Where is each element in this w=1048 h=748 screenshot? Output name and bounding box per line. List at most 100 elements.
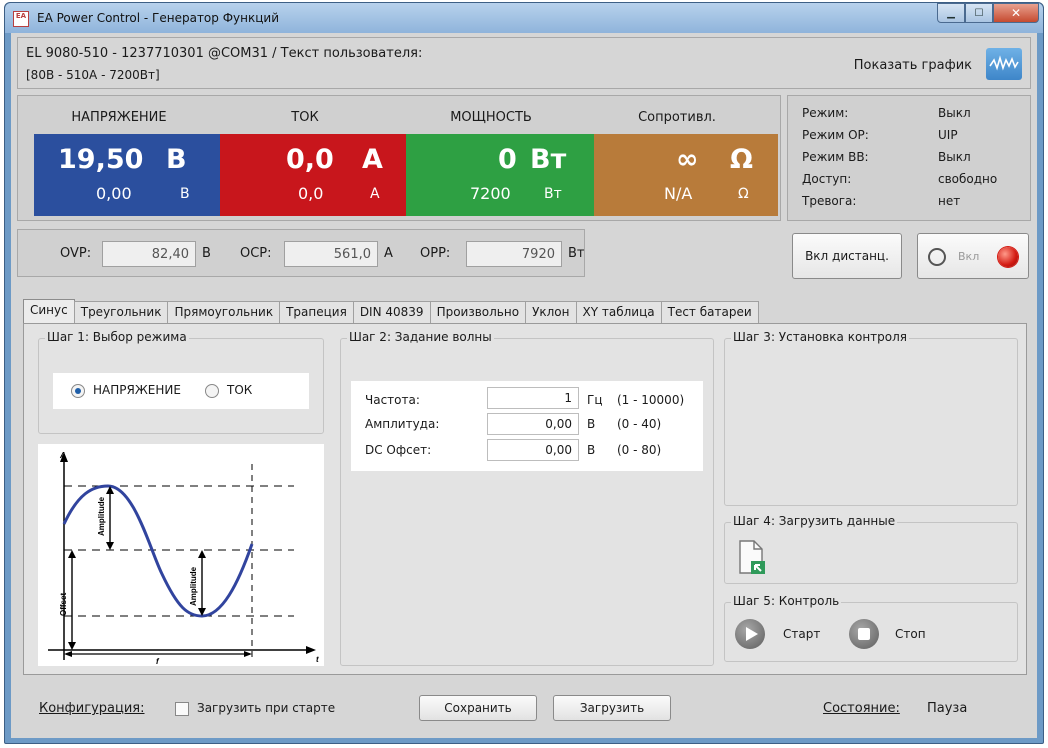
sine-wave — [62, 484, 254, 618]
power-set-unit: Вт — [544, 186, 562, 202]
load-on-start-checkbox[interactable] — [175, 702, 189, 716]
mode-current-label: ТОК — [227, 383, 253, 397]
current-display: 0,0 А 0,0 А — [220, 134, 406, 216]
power-set: 7200 — [470, 184, 511, 203]
power-unit: Вт — [530, 144, 567, 175]
dc-offset-label: DC Офсет: — [365, 443, 432, 457]
ovp-unit: В — [202, 246, 211, 261]
voltage-actual: 19,50 — [58, 144, 144, 175]
voltage-display: 19,50 В 0,00 В — [34, 134, 220, 216]
start-label: Старт — [783, 627, 821, 641]
tab-din-40839[interactable]: DIN 40839 — [352, 301, 431, 323]
load-button[interactable]: Загрузить — [553, 695, 671, 721]
amplitude-arrow-1-head-bottom — [106, 542, 114, 550]
show-graph-button[interactable] — [986, 48, 1022, 80]
mode-voltage-radio[interactable] — [71, 384, 85, 398]
tab-sine[interactable]: Синус — [23, 299, 75, 323]
step5-title: Шаг 5: Контроль — [731, 594, 842, 608]
ocp-field[interactable]: 561,0 — [284, 241, 378, 267]
current-header: ТОК — [291, 110, 319, 125]
stop-button[interactable] — [849, 619, 879, 649]
load-file-button[interactable] — [737, 539, 767, 575]
power-header: МОЩНОСТЬ — [450, 110, 532, 125]
tab-battery-test[interactable]: Тест батареи — [660, 301, 759, 323]
show-graph-label: Показать график — [853, 58, 972, 73]
step2-title: Шаг 2: Задание волны — [347, 330, 494, 344]
step1-title: Шаг 1: Выбор режима — [45, 330, 189, 344]
close-button[interactable]: ✕ — [993, 3, 1039, 23]
remote-control-button[interactable]: Вкл дистанц. — [792, 233, 902, 279]
dc-offset-range: (0 - 80) — [617, 443, 662, 457]
minimize-icon: ▁ — [947, 7, 955, 19]
opp-unit: Вт — [568, 246, 585, 261]
resistance-set-unit: Ω — [738, 186, 749, 202]
output-toggle-button[interactable]: Вкл — [917, 233, 1029, 279]
output-ring-icon — [928, 248, 946, 266]
axis-a-label: A — [59, 451, 66, 460]
step1-group: Шаг 1: Выбор режима НАПРЯЖЕНИЕ ТОК — [38, 330, 324, 434]
step3-title: Шаг 3: Установка контроля — [731, 330, 909, 344]
dc-offset-unit: В — [587, 443, 596, 457]
amplitude-label-1: Amplitude — [97, 496, 106, 536]
period-arrow-head-left — [64, 651, 72, 657]
tab-rectangle[interactable]: Прямоугольник — [167, 301, 281, 323]
sine-diagram: Amplitude Amplitude Offset f A t — [38, 444, 324, 666]
maximize-button[interactable]: ☐ — [965, 3, 993, 23]
voltage-set-unit: В — [180, 186, 190, 202]
save-button[interactable]: Сохранить — [419, 695, 537, 721]
start-button[interactable] — [735, 619, 765, 649]
mode-voltage-label: НАПРЯЖЕНИЕ — [93, 383, 181, 397]
application-window: EA EA Power Control - Генератор Функций … — [4, 2, 1044, 744]
step2-group: Шаг 2: Задание волны Частота: 1 Гц (1 - … — [340, 330, 714, 666]
amplitude-range: (0 - 40) — [617, 417, 662, 431]
stop-label: Стоп — [895, 627, 926, 641]
mode-selector: НАПРЯЖЕНИЕ ТОК — [53, 373, 309, 409]
step5-group: Шаг 5: Контроль Старт Стоп — [724, 594, 1018, 662]
tab-arbitrary[interactable]: Произвольно — [429, 301, 527, 323]
opp-field[interactable]: 7920 — [466, 241, 562, 267]
current-unit: А — [362, 144, 383, 175]
voltage-set: 0,00 — [96, 184, 132, 203]
device-info-bar: EL 9080-510 - 1237710301 @COM31 / Текст … — [17, 37, 1031, 89]
tab-triangle[interactable]: Треугольник — [73, 301, 169, 323]
current-set: 0,0 — [298, 184, 324, 203]
status-row: Режим ВВ: Выкл — [802, 150, 971, 164]
window-title: EA Power Control - Генератор Функций — [37, 11, 279, 25]
resistance-display: ∞ Ω N/A Ω — [594, 134, 778, 216]
step3-group: Шаг 3: Установка контроля — [724, 330, 1018, 506]
stop-icon — [858, 628, 870, 640]
opp-label: OPP: — [420, 246, 451, 261]
resistance-header: Сопротивл. — [638, 110, 716, 125]
diagram-x-arrow — [306, 646, 316, 654]
ocp-label: OCP: — [240, 246, 272, 261]
measurements-panel: НАПРЯЖЕНИЕ ТОК МОЩНОСТЬ Сопротивл. 19,50… — [17, 95, 781, 221]
voltage-header: НАПРЯЖЕНИЕ — [71, 110, 167, 125]
frequency-input[interactable]: 1 — [487, 387, 579, 409]
tab-trapezoid[interactable]: Трапеция — [279, 301, 354, 323]
tab-ramp[interactable]: Уклон — [525, 301, 577, 323]
resistance-actual: ∞ — [676, 144, 699, 175]
dc-offset-input[interactable]: 0,00 — [487, 439, 579, 461]
voltage-unit: В — [166, 144, 187, 175]
power-display: 0 Вт 7200 Вт — [406, 134, 594, 216]
current-set-unit: А — [370, 186, 380, 202]
waveform-tabs: Синус Треугольник Прямоугольник Трапеция… — [23, 299, 759, 323]
amplitude-label-2: Amplitude — [189, 566, 198, 606]
output-led-icon — [998, 247, 1018, 267]
sine-tab-panel: Шаг 1: Выбор режима НАПРЯЖЕНИЕ ТОК Ampli… — [23, 323, 1027, 675]
period-arrow-head-right — [244, 651, 252, 657]
amplitude-unit: В — [587, 417, 596, 431]
amplitude-input[interactable]: 0,00 — [487, 413, 579, 435]
offset-arrow-head-bottom — [68, 642, 76, 650]
axis-t-label: t — [316, 655, 319, 664]
mode-current-radio[interactable] — [205, 384, 219, 398]
main-panel: EL 9080-510 - 1237710301 @COM31 / Текст … — [11, 33, 1037, 738]
bottom-bar: Конфигурация: Загрузить при старте Сохра… — [17, 689, 1031, 729]
title-bar[interactable]: EA EA Power Control - Генератор Функций … — [5, 3, 1043, 33]
play-icon — [746, 627, 758, 641]
tab-xy-table[interactable]: XY таблица — [575, 301, 662, 323]
state-label: Состояние: — [823, 701, 900, 716]
ovp-field[interactable]: 82,40 — [102, 241, 196, 267]
maximize-icon: ☐ — [974, 7, 984, 19]
minimize-button[interactable]: ▁ — [937, 3, 965, 23]
